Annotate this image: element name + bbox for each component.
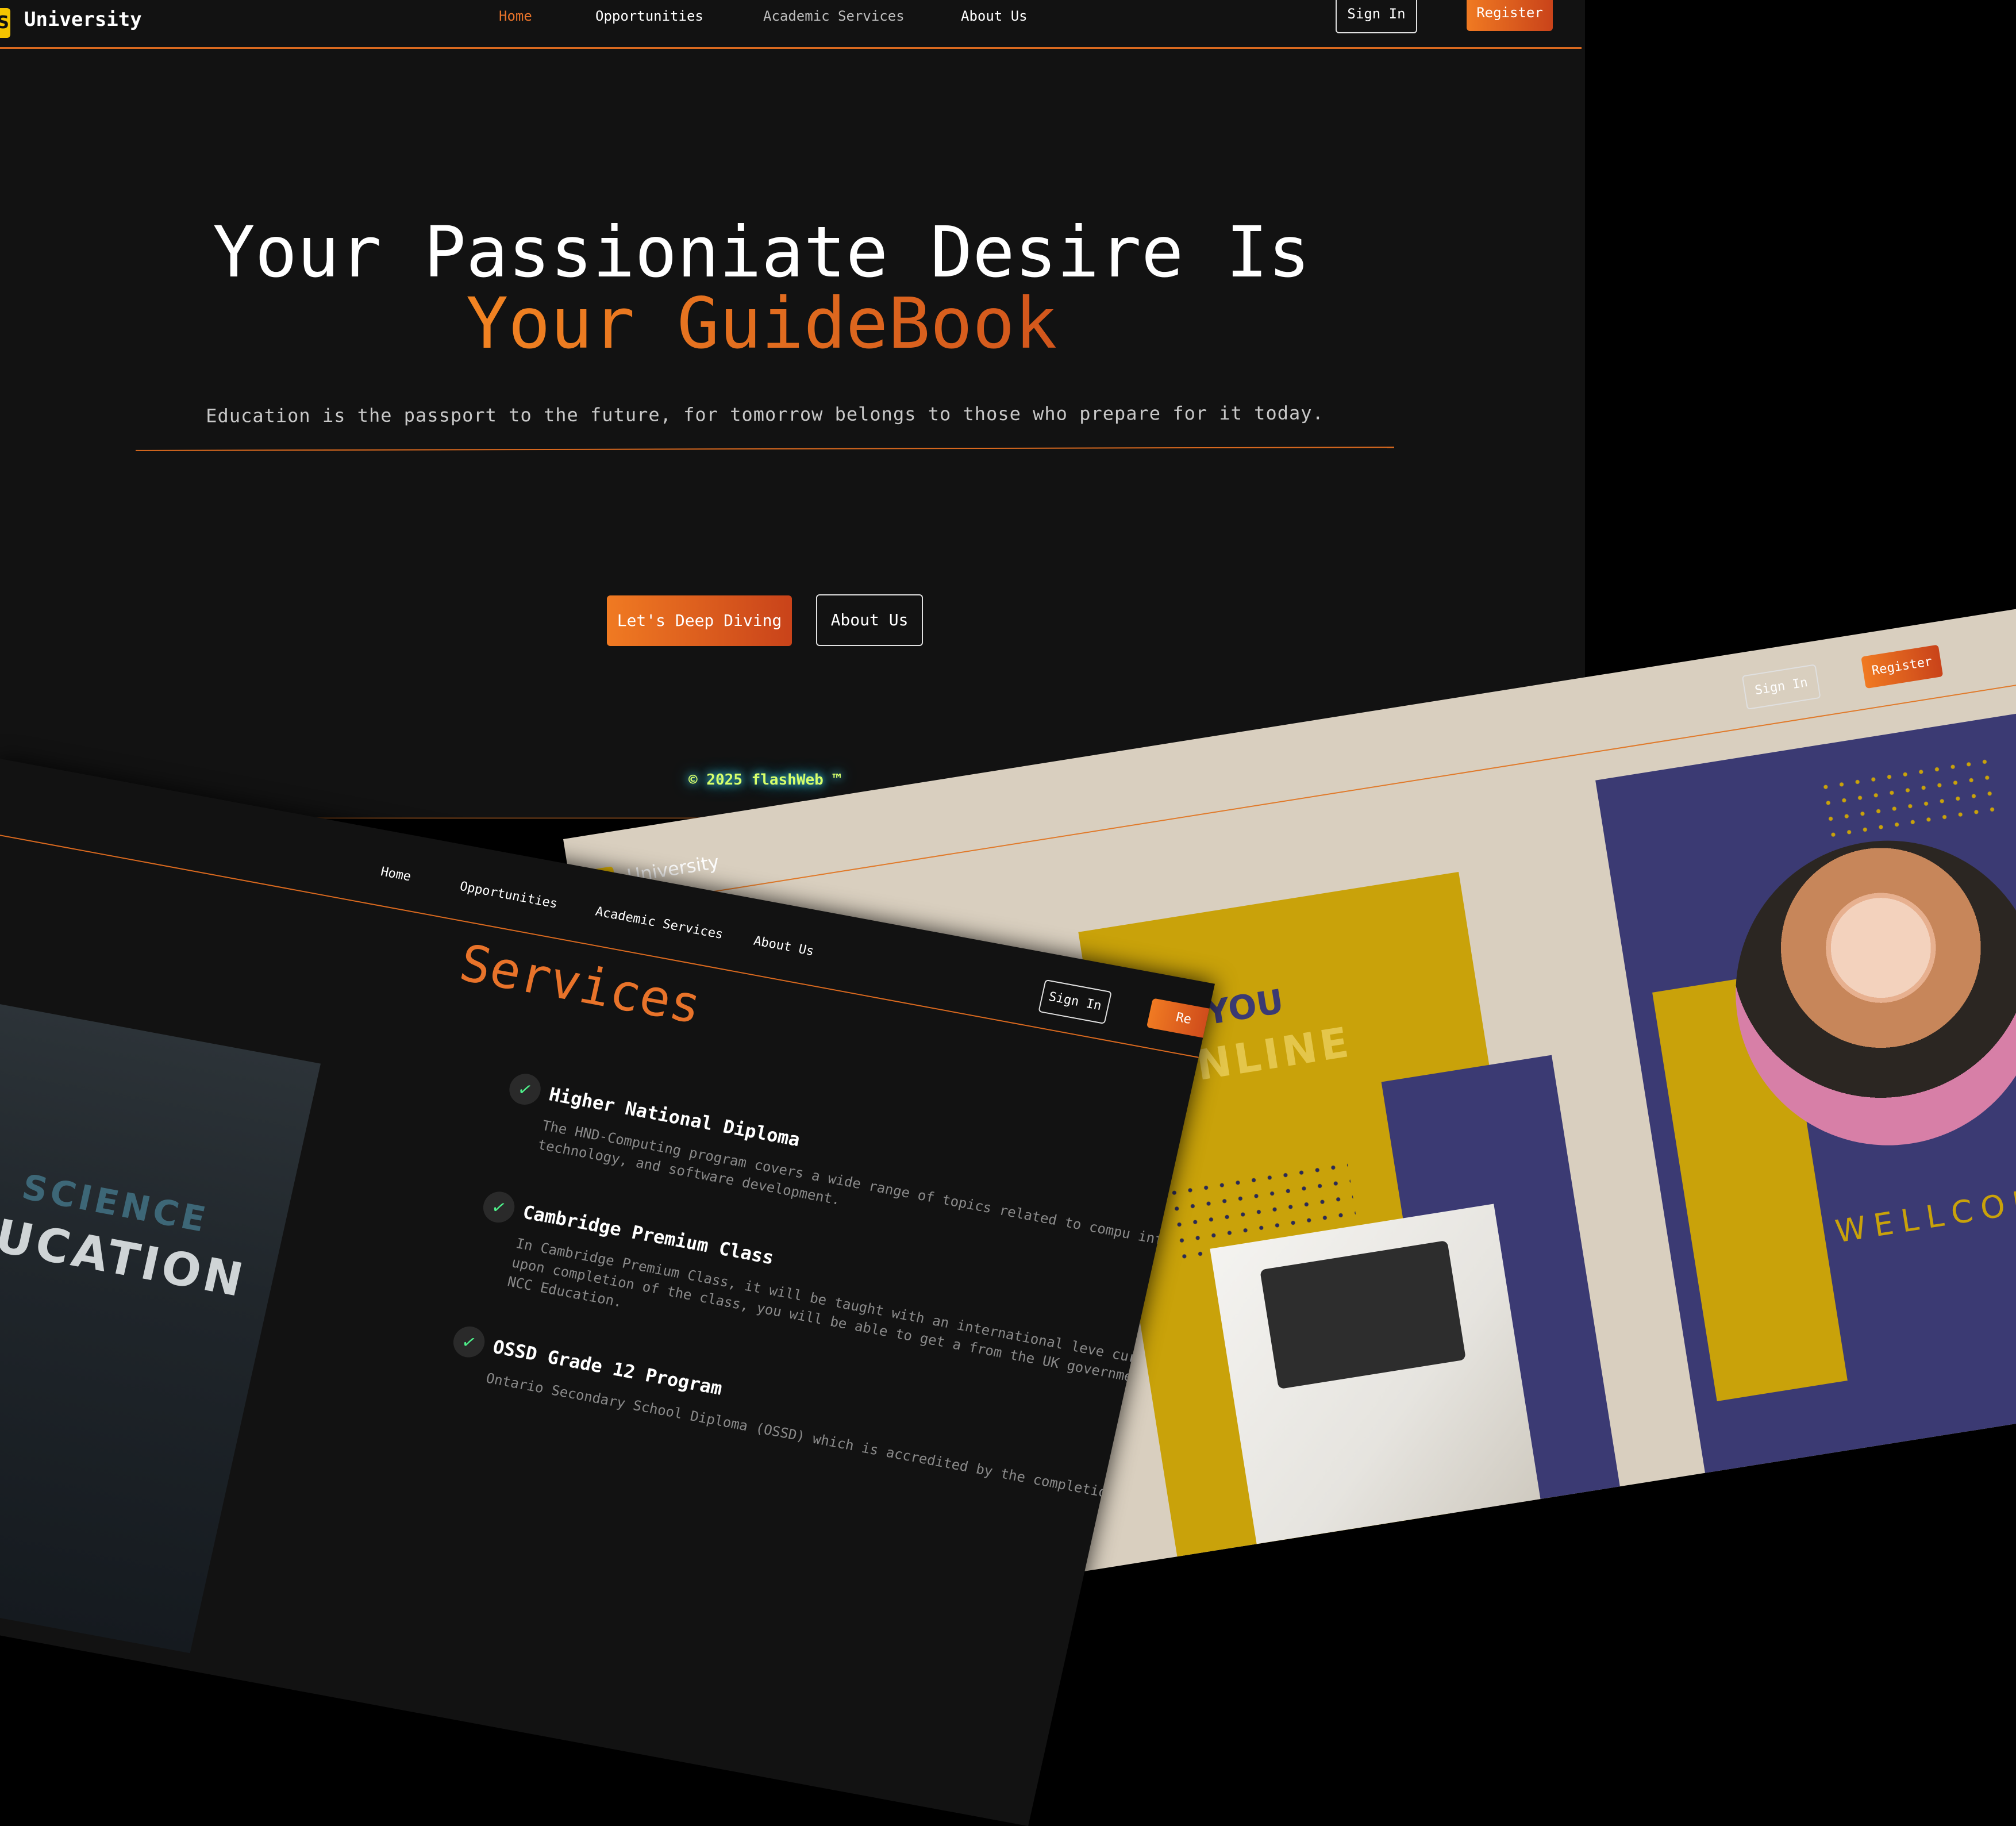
laptop-photo xyxy=(1210,1204,1541,1544)
headline-line-2: Your GuideBook xyxy=(0,283,1523,364)
logo-text[interactable]: University xyxy=(24,8,142,31)
nav-home[interactable]: Home xyxy=(499,8,532,24)
nav-about-us[interactable]: About Us xyxy=(752,934,815,959)
headline-highlight: Your GuideBook xyxy=(465,283,1057,364)
divider xyxy=(136,447,1394,451)
nav-academic-services[interactable]: Academic Services xyxy=(763,8,905,24)
nav-opportunities[interactable]: Opportunities xyxy=(595,8,703,24)
about-us-button[interactable]: About Us xyxy=(816,594,923,646)
sign-in-button[interactable]: Sign In xyxy=(1336,0,1417,33)
education-image xyxy=(0,996,321,1654)
register-button[interactable]: Register xyxy=(1467,0,1553,31)
register-button[interactable]: Register xyxy=(1861,644,1944,689)
check-icon: ✓ xyxy=(480,1189,518,1225)
sign-in-button[interactable]: Sign In xyxy=(1038,979,1112,1025)
nav-home[interactable]: Home xyxy=(379,864,413,884)
check-icon: ✓ xyxy=(450,1324,488,1360)
hero-window: S University Home Opportunities Academic… xyxy=(0,0,1585,819)
logo-icon[interactable]: S xyxy=(0,8,10,38)
sign-in-button[interactable]: Sign In xyxy=(1741,664,1821,710)
deep-diving-button[interactable]: Let's Deep Diving xyxy=(607,595,792,646)
laptop-icon xyxy=(1260,1240,1466,1390)
nav-opportunities[interactable]: Opportunities xyxy=(459,879,559,912)
nav-about-us[interactable]: About Us xyxy=(961,8,1028,24)
headline-line-1: Your Passioniate Desire Is xyxy=(213,212,1310,293)
check-icon: ✓ xyxy=(506,1071,544,1108)
tagline: Education is the passport to the future,… xyxy=(206,402,1324,427)
top-navbar: S University Home Opportunities Academic… xyxy=(0,0,1582,49)
copyright-text: © 2025 flashWeb ™ xyxy=(688,771,842,789)
nav-academic-services[interactable]: Academic Services xyxy=(594,905,725,942)
